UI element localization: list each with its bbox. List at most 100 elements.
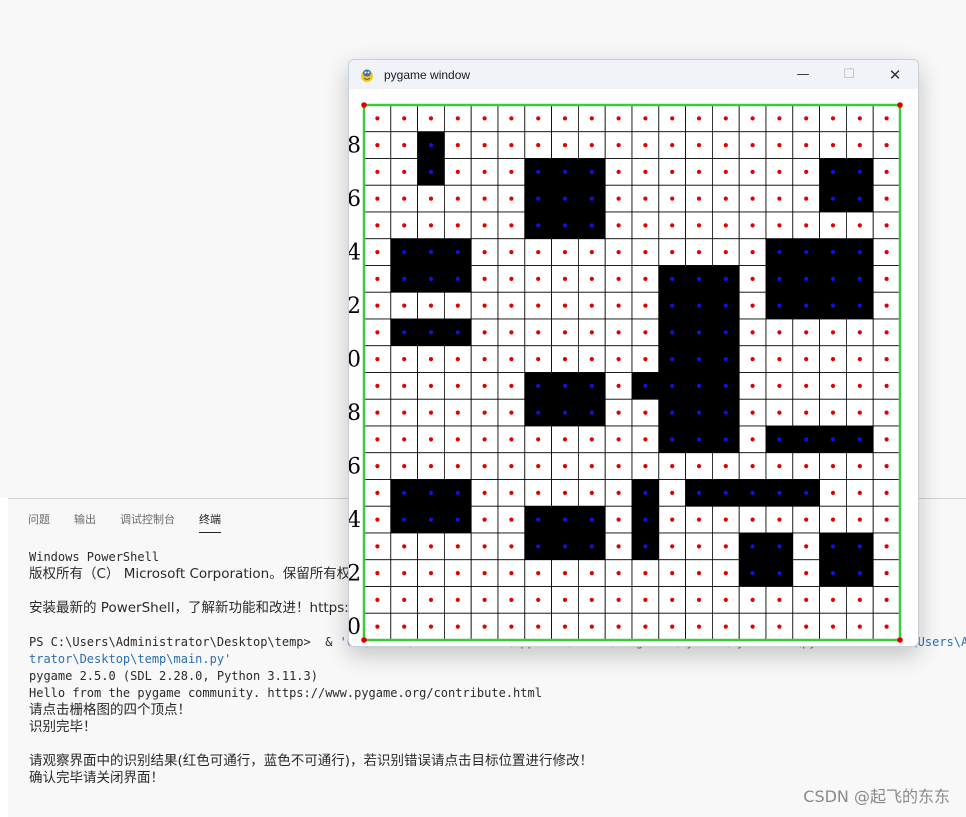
passable-dot xyxy=(884,276,889,281)
passable-dot xyxy=(670,597,675,602)
passable-dot xyxy=(750,624,755,629)
passable-dot xyxy=(750,410,755,415)
passable-dot xyxy=(375,437,380,442)
passable-dot xyxy=(482,597,487,602)
passable-dot xyxy=(884,330,889,335)
prompt-text: PS C:\Users\Administrator\Desktop\temp> … xyxy=(29,635,340,649)
passable-dot xyxy=(562,597,568,602)
passable-dot xyxy=(777,357,782,362)
y-axis-label: 6 xyxy=(349,187,361,212)
passable-dot xyxy=(402,437,407,442)
passable-dot xyxy=(750,223,755,228)
blocked-dot xyxy=(455,250,460,255)
passable-dot xyxy=(884,223,889,228)
maximize-button[interactable]: ☐ xyxy=(826,60,872,89)
passable-dot xyxy=(723,544,728,549)
passable-dot xyxy=(616,624,621,629)
passable-dot xyxy=(643,571,648,576)
passable-dot xyxy=(482,544,487,549)
passable-dot xyxy=(589,143,594,148)
blocked-dot xyxy=(643,544,648,549)
passable-dot xyxy=(884,464,889,469)
passable-dot xyxy=(455,383,460,388)
passable-dot xyxy=(616,143,621,148)
passable-dot xyxy=(804,571,809,576)
passable-dot xyxy=(482,517,487,522)
blocked-dot xyxy=(830,276,836,281)
passable-dot xyxy=(777,330,782,335)
passable-dot xyxy=(509,544,514,549)
passable-dot xyxy=(804,464,809,469)
blocked-dot xyxy=(723,490,728,495)
close-button[interactable]: ✕ xyxy=(872,60,918,89)
passable-dot xyxy=(455,116,460,121)
y-axis-label: 0 xyxy=(349,348,361,373)
passable-dot xyxy=(830,464,836,469)
passable-dot xyxy=(857,143,862,148)
passable-dot xyxy=(857,624,862,629)
passable-dot xyxy=(884,116,889,121)
passable-dot xyxy=(375,169,380,174)
blocked-dot xyxy=(723,330,728,335)
passable-dot xyxy=(884,196,889,201)
blocked-dot xyxy=(589,169,594,174)
passable-dot xyxy=(884,143,889,148)
passable-dot xyxy=(696,517,702,522)
blocked-dot xyxy=(455,330,460,335)
passable-dot xyxy=(616,383,621,388)
window-titlebar[interactable]: pygame window — ☐ ✕ xyxy=(349,60,918,89)
pygame-window[interactable]: pygame window — ☐ ✕ 8 6 4 2 0 8 6 4 2 0 xyxy=(348,59,919,647)
passable-dot xyxy=(884,410,889,415)
passable-dot xyxy=(402,143,407,148)
passable-dot xyxy=(616,276,621,281)
passable-dot xyxy=(670,169,675,174)
passable-dot xyxy=(428,544,434,549)
passable-dot xyxy=(777,597,782,602)
blocked-dot xyxy=(696,410,702,415)
passable-dot xyxy=(509,490,514,495)
passable-dot xyxy=(562,357,568,362)
passable-dot xyxy=(536,490,541,495)
passable-dot xyxy=(643,464,648,469)
passable-dot xyxy=(777,143,782,148)
passable-dot xyxy=(428,571,434,576)
blocked-dot xyxy=(536,544,541,549)
terminal-line: 请观察界面中的识别结果(红色可通行，蓝色不可通行)，若识别错误请点击目标位置进行… xyxy=(29,753,594,769)
passable-dot xyxy=(482,357,487,362)
passable-dot xyxy=(804,143,809,148)
y-axis-label: 2 xyxy=(349,562,361,587)
panel-tab-1[interactable]: 输出 xyxy=(74,511,96,533)
corner-point xyxy=(897,637,903,643)
passable-dot xyxy=(723,223,728,228)
blocked-dot xyxy=(428,169,434,174)
blocked-dot xyxy=(562,383,568,388)
passable-dot xyxy=(777,464,782,469)
passable-dot xyxy=(643,143,648,148)
terminal-line: trator\Desktop\temp\main.py' xyxy=(29,652,232,666)
blocked-dot xyxy=(723,437,728,442)
passable-dot xyxy=(857,223,862,228)
passable-dot xyxy=(482,143,487,148)
passable-dot xyxy=(562,303,568,308)
passable-dot xyxy=(777,169,782,174)
minimize-button[interactable]: — xyxy=(780,60,826,89)
panel-tab-2[interactable]: 调试控制台 xyxy=(120,511,175,533)
passable-dot xyxy=(589,276,594,281)
passable-dot xyxy=(482,330,487,335)
passable-dot xyxy=(428,624,434,629)
blocked-dot xyxy=(857,169,862,174)
passable-dot xyxy=(750,517,755,522)
passable-dot xyxy=(589,116,594,121)
passable-dot xyxy=(536,464,541,469)
blocked-dot xyxy=(696,357,702,362)
passable-dot xyxy=(804,196,809,201)
passable-dot xyxy=(455,410,460,415)
panel-tab-0[interactable]: 问题 xyxy=(28,511,50,533)
csdn-watermark: CSDN @起飞的东东 xyxy=(803,787,950,806)
panel-tab-3[interactable]: 终端 xyxy=(199,511,221,533)
blocked-dot xyxy=(723,303,728,308)
grid-map-canvas[interactable]: 8 6 4 2 0 8 6 4 2 0 xyxy=(349,89,918,646)
passable-dot xyxy=(804,597,809,602)
passable-dot xyxy=(750,330,755,335)
passable-dot xyxy=(670,196,675,201)
